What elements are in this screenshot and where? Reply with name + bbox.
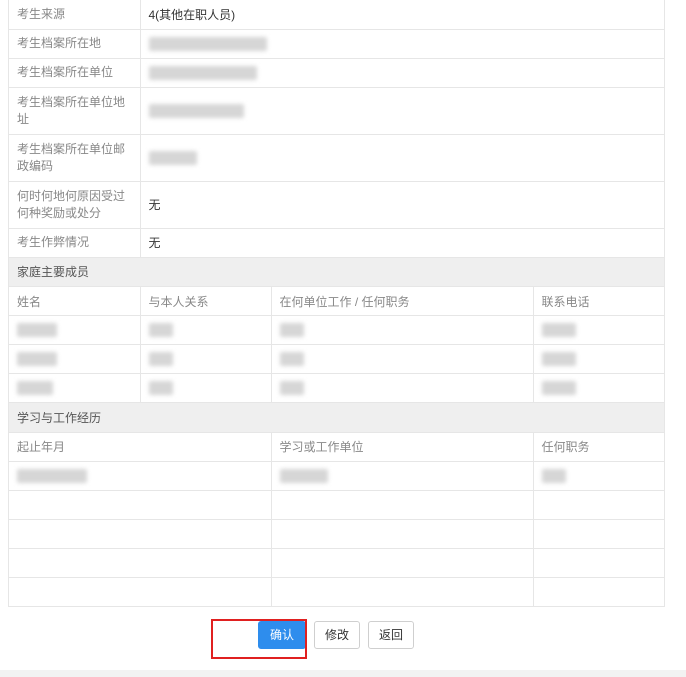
table-row (9, 519, 665, 549)
redacted-block (148, 352, 173, 367)
info-row-archive-unit: 考生档案所在单位 (9, 58, 664, 88)
column-header: 学习或工作单位 (271, 432, 534, 462)
redacted-block (17, 468, 87, 483)
info-value-redacted (140, 58, 664, 88)
info-label: 考生档案所在单位 (9, 58, 141, 88)
redacted-block (541, 381, 576, 396)
redacted-block (148, 323, 173, 338)
info-label: 考生档案所在地 (9, 29, 141, 59)
section-title: 学习与工作经历 (9, 403, 665, 433)
family-header-row: 姓名 与本人关系 在何单位工作 / 任何职务 联系电话 (9, 286, 665, 316)
table-row (9, 344, 665, 374)
table-row (9, 490, 665, 520)
info-row-postal-code: 考生档案所在单位邮政编码 (9, 134, 664, 182)
column-header: 任何职务 (533, 432, 665, 462)
redacted-block (148, 65, 257, 80)
info-row-archive-location: 考生档案所在地 (9, 29, 664, 59)
info-label: 考生作弊情况 (9, 228, 141, 258)
redacted-block (148, 36, 267, 51)
redacted-block (279, 323, 304, 338)
info-value-redacted (140, 134, 664, 182)
back-button[interactable]: 返回 (368, 621, 414, 649)
experience-header-row: 起止年月 学习或工作单位 任何职务 (9, 432, 665, 462)
section-experience: 学习与工作经历 (9, 403, 665, 433)
redacted-block (148, 150, 197, 165)
redacted-block (17, 381, 53, 396)
redacted-block (541, 323, 576, 338)
info-label: 考生档案所在单位邮政编码 (9, 134, 141, 182)
info-value: 无 (140, 228, 664, 258)
table-row (9, 461, 665, 491)
modify-button[interactable]: 修改 (314, 621, 360, 649)
redacted-block (279, 381, 304, 396)
redacted-block (541, 352, 576, 367)
redacted-block (148, 103, 244, 118)
redacted-block (279, 468, 328, 483)
info-label: 何时何地何原因受过何种奖励或处分 (9, 181, 141, 229)
info-value: 无 (140, 181, 664, 229)
section-title: 家庭主要成员 (9, 257, 665, 287)
table-row (9, 315, 665, 345)
info-value-redacted (140, 29, 664, 59)
column-header: 姓名 (9, 286, 141, 316)
column-header: 联系电话 (533, 286, 665, 316)
column-header: 在何单位工作 / 任何职务 (271, 286, 534, 316)
table-row (9, 373, 665, 403)
experience-table: 学习与工作经历 起止年月 学习或工作单位 任何职务 (9, 403, 665, 607)
section-family: 家庭主要成员 (9, 257, 665, 287)
info-value: 4(其他在职人员) (140, 0, 664, 30)
candidate-info-panel: 考生来源 4(其他在职人员) 考生档案所在地 考生档案所在单位 考生档案所在单位… (8, 0, 665, 607)
info-row-source: 考生来源 4(其他在职人员) (9, 0, 664, 30)
redacted-block (279, 352, 304, 367)
redacted-block (17, 323, 57, 338)
info-row-cheating: 考生作弊情况 无 (9, 228, 664, 258)
info-label: 考生来源 (9, 0, 141, 30)
column-header: 起止年月 (9, 432, 272, 462)
info-table: 考生来源 4(其他在职人员) 考生档案所在地 考生档案所在单位 考生档案所在单位… (9, 0, 664, 258)
info-row-rewards: 何时何地何原因受过何种奖励或处分 无 (9, 181, 664, 229)
redacted-block (541, 468, 566, 483)
action-bar: 确认 修改 返回 (0, 621, 686, 653)
page-footer (0, 670, 686, 677)
highlight-box (211, 619, 307, 659)
redacted-block (148, 381, 173, 396)
info-label: 考生档案所在单位地址 (9, 87, 141, 135)
table-row (9, 577, 665, 607)
info-row-archive-address: 考生档案所在单位地址 (9, 87, 664, 135)
column-header: 与本人关系 (140, 286, 272, 316)
table-row (9, 548, 665, 578)
redacted-block (17, 352, 57, 367)
info-value-redacted (140, 87, 664, 135)
family-table: 家庭主要成员 姓名 与本人关系 在何单位工作 / 任何职务 联系电话 (9, 257, 665, 403)
